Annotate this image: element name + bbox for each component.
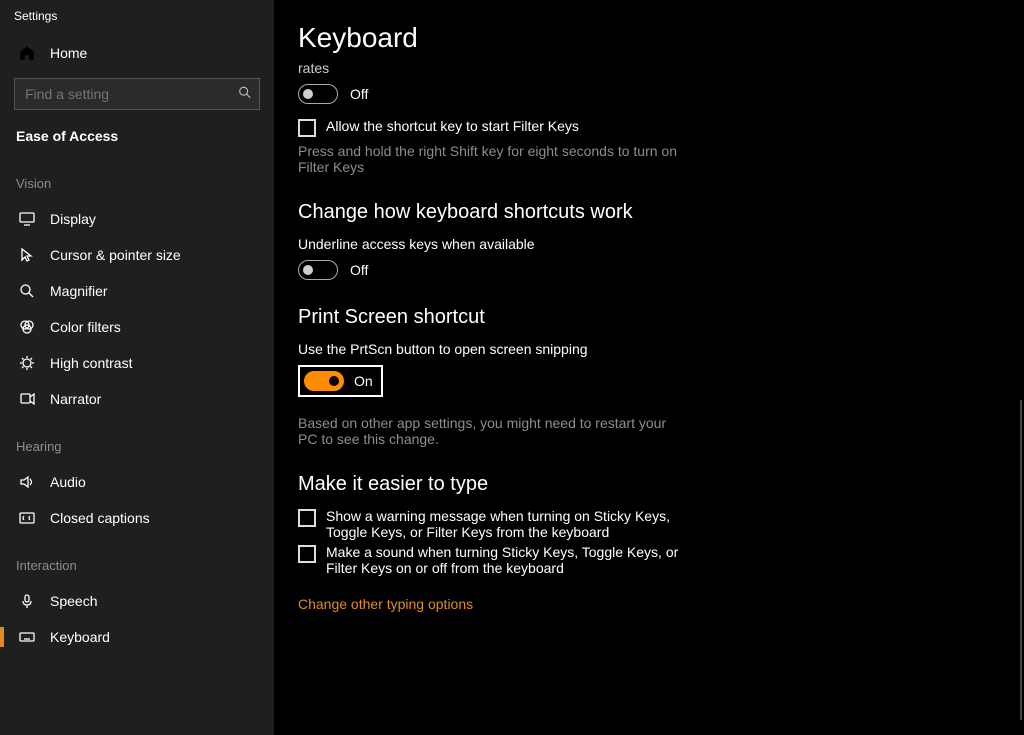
group-interaction: Interaction — [0, 536, 274, 583]
underline-toggle[interactable] — [298, 260, 338, 280]
colorfilters-icon — [18, 319, 36, 335]
content-pane: Keyboard rates Off Allow the shortcut ke… — [274, 0, 1024, 735]
sidebar: Settings Home Ease of Access Vision Disp… — [0, 0, 274, 735]
filterkeys-checkbox[interactable] — [298, 119, 316, 137]
sidebar-item-colorfilters[interactable]: Color filters — [0, 309, 274, 345]
home-icon — [18, 44, 36, 62]
prtscn-toggle-state: On — [354, 373, 373, 389]
home-label: Home — [50, 45, 87, 61]
shortcuts-heading: Change how keyboard shortcuts work — [298, 201, 994, 224]
sidebar-item-closedcaptions[interactable]: Closed captions — [0, 500, 274, 536]
sidebar-item-magnifier[interactable]: Magnifier — [0, 273, 274, 309]
sidebar-item-narrator[interactable]: Narrator — [0, 381, 274, 417]
sound-label: Make a sound when turning Sticky Keys, T… — [326, 544, 706, 576]
display-icon — [18, 211, 36, 227]
magnifier-icon — [18, 283, 36, 299]
prtscn-desc: Based on other app settings, you might n… — [298, 415, 678, 447]
sidebar-item-label: Keyboard — [50, 629, 110, 645]
sidebar-item-label: Cursor & pointer size — [50, 247, 181, 263]
group-hearing: Hearing — [0, 417, 274, 464]
speech-icon — [18, 593, 36, 609]
prtscn-heading: Print Screen shortcut — [298, 306, 994, 329]
filterkeys-label: Allow the shortcut key to start Filter K… — [326, 118, 579, 134]
sidebar-item-label: High contrast — [50, 355, 132, 371]
scrollbar[interactable] — [1020, 400, 1022, 720]
change-typing-link[interactable]: Change other typing options — [298, 596, 473, 612]
sidebar-item-label: Display — [50, 211, 96, 227]
highcontrast-icon — [18, 355, 36, 371]
search-input[interactable] — [14, 78, 260, 110]
sidebar-item-keyboard[interactable]: Keyboard — [0, 619, 274, 655]
rates-text: rates — [298, 60, 994, 76]
rates-toggle[interactable] — [298, 84, 338, 104]
rates-toggle-state: Off — [350, 86, 368, 102]
easier-heading: Make it easier to type — [298, 473, 994, 496]
filterkeys-desc: Press and hold the right Shift key for e… — [298, 143, 678, 175]
sidebar-item-label: Color filters — [50, 319, 121, 335]
warn-label: Show a warning message when turning on S… — [326, 508, 706, 540]
sidebar-item-display[interactable]: Display — [0, 201, 274, 237]
sidebar-item-speech[interactable]: Speech — [0, 583, 274, 619]
search-icon — [238, 86, 252, 103]
sidebar-item-label: Speech — [50, 593, 97, 609]
sidebar-item-label: Magnifier — [50, 283, 108, 299]
sound-checkbox[interactable] — [298, 545, 316, 563]
home-nav[interactable]: Home — [0, 32, 274, 74]
sidebar-item-highcontrast[interactable]: High contrast — [0, 345, 274, 381]
keyboard-icon — [18, 629, 36, 645]
prtscn-toggle-highlight: On — [298, 365, 383, 397]
prtscn-toggle[interactable] — [304, 371, 344, 391]
window-title: Settings — [0, 9, 57, 23]
sidebar-item-label: Audio — [50, 474, 86, 490]
narrator-icon — [18, 391, 36, 407]
closedcaptions-icon — [18, 510, 36, 526]
underline-label: Underline access keys when available — [298, 236, 994, 252]
underline-toggle-state: Off — [350, 262, 368, 278]
sidebar-item-cursor[interactable]: Cursor & pointer size — [0, 237, 274, 273]
group-vision: Vision — [0, 154, 274, 201]
sidebar-item-audio[interactable]: Audio — [0, 464, 274, 500]
sidebar-item-label: Closed captions — [50, 510, 150, 526]
sidebar-item-label: Narrator — [50, 391, 101, 407]
prtscn-label: Use the PrtScn button to open screen sni… — [298, 341, 994, 357]
category-title: Ease of Access — [0, 124, 274, 154]
audio-icon — [18, 474, 36, 490]
cursor-icon — [18, 247, 36, 263]
page-title: Keyboard — [298, 22, 994, 54]
warn-checkbox[interactable] — [298, 509, 316, 527]
